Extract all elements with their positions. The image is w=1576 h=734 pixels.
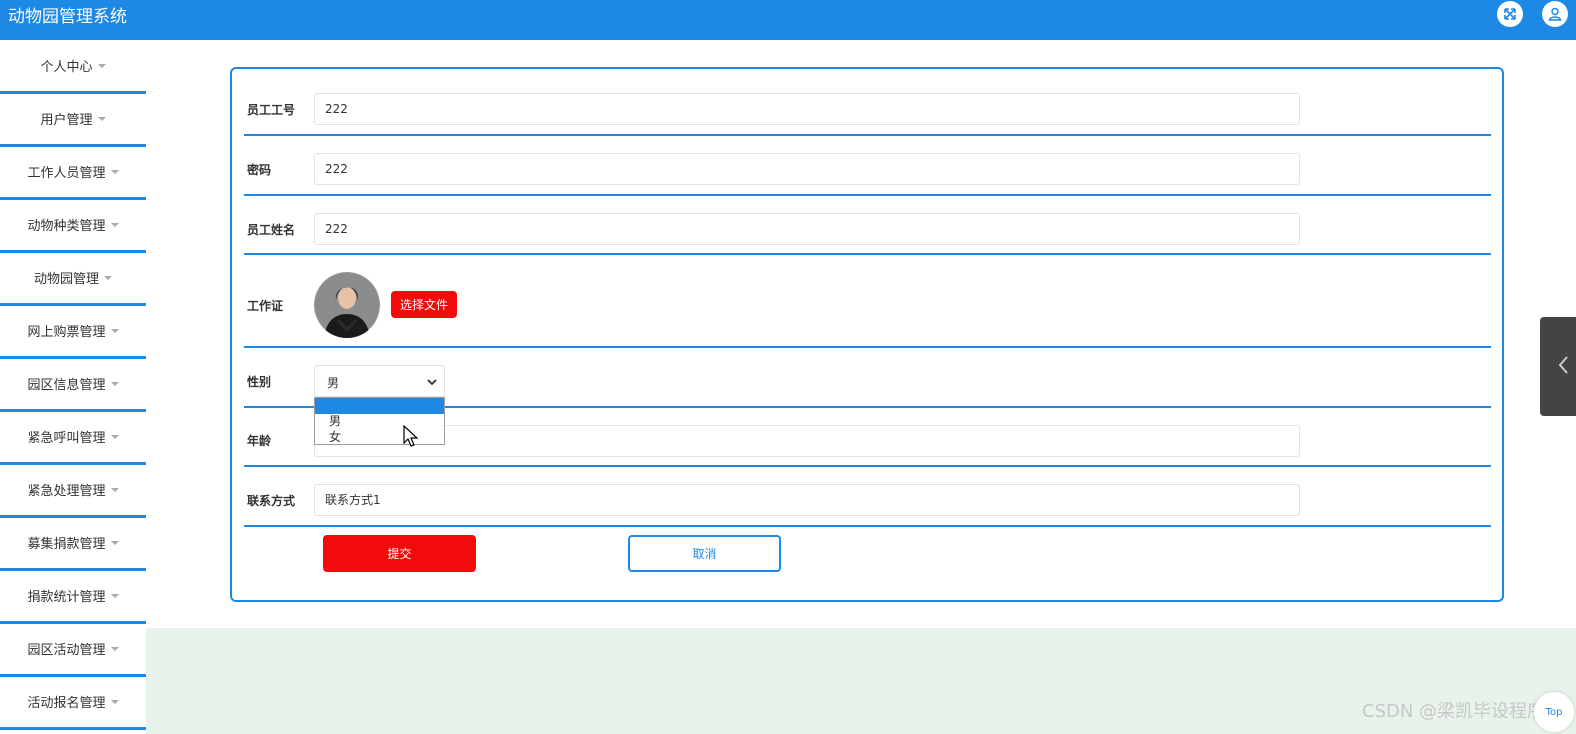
gender-option-male[interactable]: 男 [315,413,444,429]
sidebar-item-label: 募集捐款管理 [27,537,106,552]
password-label: 密码 [247,163,272,177]
row-divider [244,134,1491,136]
fullscreen-icon[interactable] [1497,1,1523,27]
choose-file-button[interactable]: 选择文件 [391,291,457,318]
work-card-photo [314,272,380,338]
caret-down-icon [110,170,119,174]
gender-dropdown: 男 女 [314,397,445,445]
caret-down-icon [110,488,119,492]
caret-down-icon [110,223,119,227]
caret-down-icon [110,329,119,333]
staff-no-input[interactable]: 222 [314,93,1300,125]
sidebar-item-activity-signup-management[interactable]: 活动报名管理 [0,676,146,730]
sidebar-item-label: 动物园管理 [33,272,99,287]
sidebar-item-label: 紧急处理管理 [27,484,106,499]
sidebar-item-fundraising-management[interactable]: 募集捐款管理 [0,517,146,571]
sidebar-item-label: 园区信息管理 [27,378,106,393]
form-panel [230,67,1504,602]
sidebar-item-label: 网上购票管理 [27,325,106,340]
row-divider [244,253,1491,255]
staff-name-label: 员工姓名 [247,223,296,237]
sidebar-item-label: 捐款统计管理 [27,590,106,605]
age-label: 年龄 [247,434,272,448]
chevron-down-icon [427,379,437,386]
staff-name-input[interactable]: 222 [314,213,1300,245]
sidebar-item-label: 个人中心 [40,60,93,75]
chevron-left-icon [1558,356,1568,374]
sidebar-item-label: 动物种类管理 [27,219,106,234]
work-card-label: 工作证 [247,299,284,313]
mouse-cursor-icon [403,425,419,447]
sidebar-item-donation-stats-management[interactable]: 捐款统计管理 [0,570,146,624]
caret-down-icon [110,700,119,704]
caret-down-icon [110,647,119,651]
row-divider [244,525,1491,527]
sidebar-item-label: 活动报名管理 [27,696,106,711]
gender-selected-value: 男 [327,376,340,390]
submit-button[interactable]: 提交 [323,535,476,572]
gender-label: 性别 [247,375,272,389]
caret-down-icon [104,276,112,280]
side-panel-toggle[interactable] [1540,317,1576,416]
contact-input[interactable]: 联系方式1 [314,484,1300,516]
sidebar-item-staff-management[interactable]: 工作人员管理 [0,146,146,200]
cancel-button[interactable]: 取消 [628,535,781,572]
sidebar-item-species-management[interactable]: 动物种类管理 [0,199,146,253]
sidebar-item-label: 用户管理 [40,113,93,128]
gender-option-female[interactable]: 女 [315,429,444,445]
caret-down-icon [110,594,119,598]
row-divider [244,194,1491,196]
gender-option-empty[interactable] [315,398,444,414]
age-input[interactable] [314,425,1300,457]
sidebar-item-emergency-call-management[interactable]: 紧急呼叫管理 [0,411,146,465]
caret-down-icon [110,435,119,439]
row-divider [244,346,1491,348]
user-icon[interactable] [1542,1,1568,27]
sidebar: 个人中心 用户管理 工作人员管理 动物种类管理 动物园管理 网上购票管理 园区信… [0,40,146,734]
contact-label: 联系方式 [247,494,296,508]
sidebar-item-ticket-management[interactable]: 网上购票管理 [0,305,146,359]
caret-down-icon [97,117,106,121]
caret-down-icon [110,382,119,386]
caret-down-icon [110,541,119,545]
sidebar-item-user-management[interactable]: 用户管理 [0,93,146,147]
sidebar-item-zoo-management[interactable]: 动物园管理 [0,252,146,306]
sidebar-item-label: 紧急呼叫管理 [27,431,106,446]
password-input[interactable]: 222 [314,153,1300,185]
sidebar-item-emergency-handling-management[interactable]: 紧急处理管理 [0,464,146,518]
sidebar-item-label: 工作人员管理 [27,166,106,181]
back-to-top-button[interactable]: Top [1534,692,1574,732]
sidebar-item-park-info-management[interactable]: 园区信息管理 [0,358,146,412]
sidebar-item-personal-center[interactable]: 个人中心 [0,40,146,94]
caret-down-icon [97,64,106,68]
top-header: 动物园管理系统 [0,0,1576,40]
sidebar-item-label: 园区活动管理 [27,643,106,658]
app-title: 动物园管理系统 [8,7,127,27]
row-divider [244,465,1491,467]
watermark: CSDN @梁凯毕设程序 [1362,701,1546,722]
sidebar-item-park-activity-management[interactable]: 园区活动管理 [0,623,146,677]
gender-select[interactable]: 男 [314,365,445,397]
staff-no-label: 员工工号 [247,103,296,117]
